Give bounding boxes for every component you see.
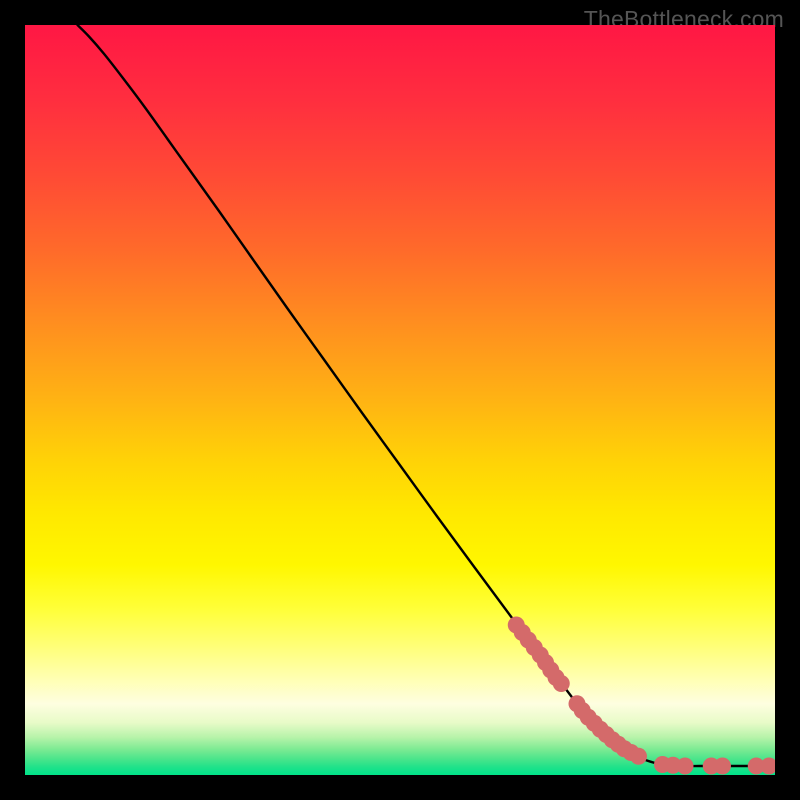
data-dot — [630, 748, 647, 765]
data-dot — [553, 675, 570, 692]
data-dot — [677, 758, 694, 775]
bottleneck-chart — [25, 25, 775, 775]
chart-frame: TheBottleneck.com — [0, 0, 800, 800]
chart-background — [25, 25, 775, 775]
data-dot — [714, 758, 731, 775]
